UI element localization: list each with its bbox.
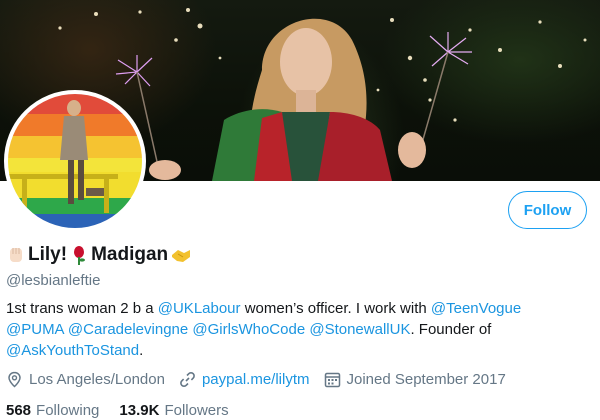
calendar-icon (324, 371, 341, 388)
following-label: Following (36, 402, 100, 419)
profile-bio: 1st trans woman 2 b a @UKLabour women’s … (6, 298, 594, 361)
follow-button[interactable]: Follow (508, 191, 587, 229)
handshake-emoji (170, 245, 191, 265)
bio-text: 1st trans woman 2 b a (6, 300, 158, 317)
mention-link[interactable]: @StonewallUK (309, 321, 410, 338)
mention-link[interactable]: @GirlsWhoCode (192, 321, 305, 338)
mention-link[interactable]: @UKLabour (158, 300, 241, 317)
mention-link[interactable]: @TeenVogue (431, 300, 521, 317)
profile-handle: @lesbianleftie (6, 272, 101, 289)
profile-meta: Los Angeles/London paypal.me/lilytm Join… (6, 371, 520, 388)
following-stat[interactable]: 568 Following (6, 402, 99, 419)
location-item: Los Angeles/London (6, 371, 165, 388)
mention-link[interactable]: @PUMA (6, 321, 64, 338)
website-item[interactable]: paypal.me/lilytm (179, 371, 310, 388)
bio-text: . (139, 342, 144, 359)
following-count: 568 (6, 402, 32, 419)
mention-link[interactable]: @Caradelevingne (68, 321, 188, 338)
link-icon (179, 371, 196, 388)
profile-stats: 568 Following 13.9K Followers (6, 402, 249, 419)
website-link[interactable]: paypal.me/lilytm (202, 371, 310, 388)
bio-text: . Founder of (410, 321, 492, 338)
profile-avatar[interactable] (4, 90, 146, 232)
joined-item: Joined September 2017 (324, 371, 506, 388)
followers-stat[interactable]: 13.9K Followers (119, 402, 228, 419)
mention-link[interactable]: @AskYouthToStand (6, 342, 139, 359)
bio-text: women’s officer. I work with (240, 300, 431, 317)
profile-name-last: Madigan (91, 244, 169, 265)
profile-name: Lily! Madigan (6, 244, 191, 266)
joined-text: Joined September 2017 (346, 371, 506, 388)
location-pin-icon (6, 371, 23, 388)
followers-label: Followers (164, 402, 229, 419)
rose-emoji (69, 245, 89, 265)
location-text: Los Angeles/London (29, 371, 165, 388)
raised-fist-emoji (6, 245, 26, 265)
followers-count: 13.9K (119, 402, 160, 419)
avatar-photo (8, 94, 142, 228)
profile-name-first: Lily! (28, 244, 68, 265)
